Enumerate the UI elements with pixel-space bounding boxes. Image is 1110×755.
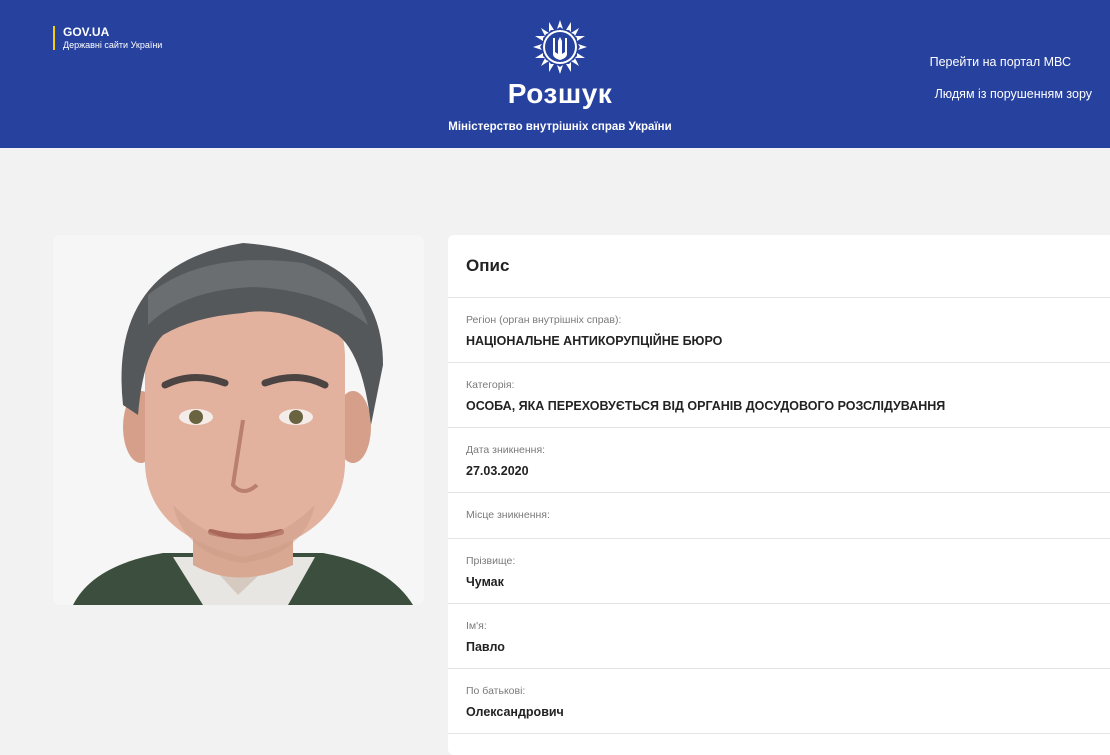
field-first-name: Ім'я: Павло: [448, 604, 1110, 669]
field-label: Прізвище:: [466, 555, 516, 567]
accessibility-link[interactable]: Людям із порушенням зору: [935, 87, 1092, 101]
description-card: Опис Регіон (орган внутрішніх справ): НА…: [448, 235, 1110, 755]
person-photo-image: [53, 235, 424, 605]
site-header: GOV.UA Державні сайти України Розшук Мін…: [0, 0, 1110, 148]
field-category: Категорія: ОСОБА, ЯКА ПЕРЕХОВУЄТЬСЯ ВІД …: [448, 363, 1110, 428]
description-title: Опис: [448, 235, 1110, 298]
person-photo: [53, 235, 424, 605]
field-label: Дата зникнення:: [466, 444, 546, 456]
field-surname: Прізвище: Чумак: [448, 539, 1110, 604]
gov-ua-link[interactable]: GOV.UA Державні сайти України: [53, 25, 162, 51]
field-label: Регіон (орган внутрішніх справ):: [466, 314, 622, 326]
field-label: Ім'я:: [466, 620, 487, 632]
field-label: По батькові:: [466, 685, 526, 697]
field-label: Місце зникнення:: [466, 509, 550, 521]
field-disappearance-date: Дата зникнення: 27.03.2020: [448, 428, 1110, 493]
ministry-subtitle: Міністерство внутрішніх справ України: [448, 121, 672, 133]
field-patronymic: По батькові: Олександрович: [448, 669, 1110, 734]
field-region: Регіон (орган внутрішніх справ): НАЦІОНА…: [448, 298, 1110, 363]
gov-ua-subtitle[interactable]: Державні сайти України: [63, 40, 162, 50]
field-value: Олександрович: [466, 705, 564, 719]
field-value: ОСОБА, ЯКА ПЕРЕХОВУЄТЬСЯ ВІД ОРГАНІВ ДОС…: [466, 399, 946, 413]
field-value: 27.03.2020: [466, 464, 529, 478]
field-value: НАЦІОНАЛЬНЕ АНТИКОРУПЦІЙНЕ БЮРО: [466, 334, 723, 348]
field-value: Павло: [466, 640, 505, 654]
field-value: Чумак: [466, 575, 504, 589]
field-label: Категорія:: [466, 379, 515, 391]
gov-ua-title[interactable]: GOV.UA: [63, 25, 162, 40]
portal-link[interactable]: Перейти на портал МВС: [930, 55, 1071, 69]
field-disappearance-place: Місце зникнення:: [448, 493, 1110, 539]
police-star-trident-icon[interactable]: [532, 19, 588, 75]
